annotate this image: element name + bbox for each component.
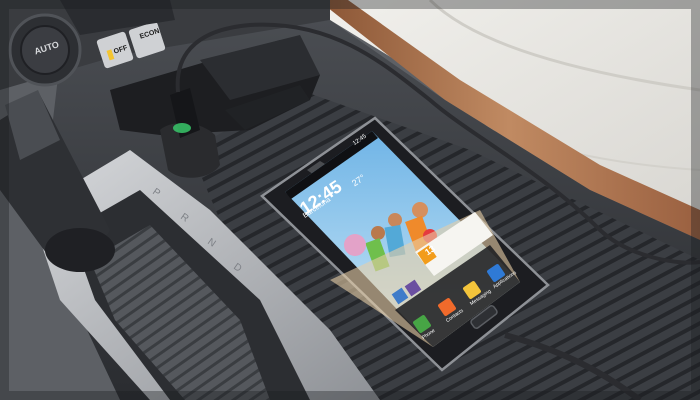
car-interior-photo: P R N D <box>0 0 700 400</box>
